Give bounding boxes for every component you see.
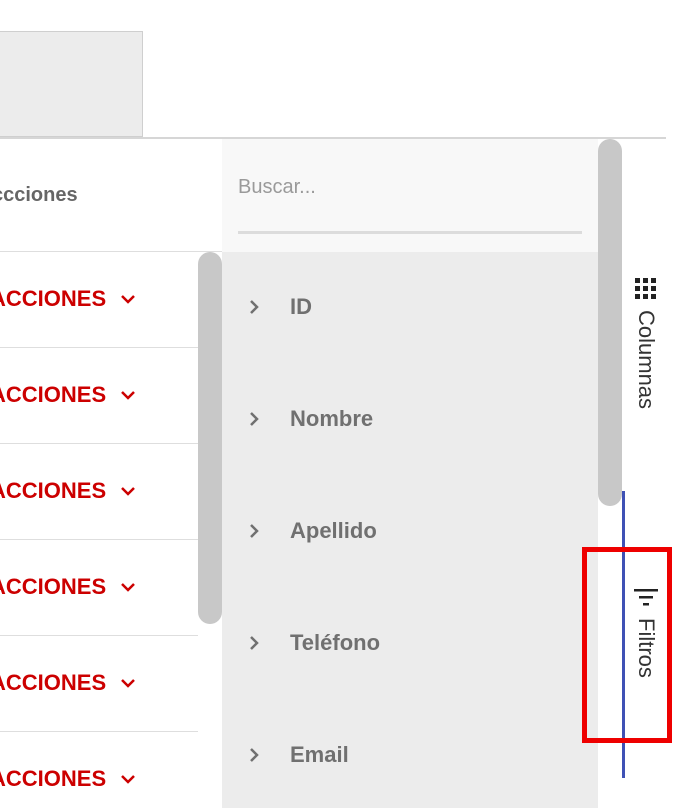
grid-header: ccciones [0,139,222,252]
table-row: ACCIONES [0,348,198,444]
chevron-right-icon [250,412,259,426]
panel-vertical-scrollbar[interactable] [598,139,622,506]
column-item-label: Teléfono [290,630,381,655]
table-row: ACCIONES [0,732,198,808]
acciones-dropdown-button[interactable]: ACCIONES [0,766,136,792]
column-item-id[interactable]: ID [222,252,598,364]
column-item-nombre[interactable]: Nombre [222,364,598,476]
table-row: ACCIONES [0,444,198,540]
tab-filtros[interactable]: Filtros [628,584,664,678]
column-item-label: ID [290,294,312,319]
chevron-right-icon [250,748,259,762]
acciones-dropdown-button[interactable]: ACCIONES [0,574,136,600]
column-header-acciones: ccciones [0,184,78,206]
column-item-label: Apellido [290,518,377,543]
column-search-input[interactable] [238,167,582,207]
chevron-down-icon [121,679,136,688]
column-item-apellido[interactable]: Apellido [222,476,598,588]
column-list: ID Nombre Apellido Teléfono Email [222,252,598,808]
chevron-down-icon [121,583,136,592]
chevron-right-icon [250,300,259,314]
search-underline [238,231,582,234]
acciones-dropdown-button[interactable]: ACCIONES [0,670,136,696]
grid-body: ACCIONES ACCIONES ACCIONES ACCIONES ACCI… [0,252,198,808]
header-box [0,31,143,137]
table-row: ACCIONES [0,540,198,636]
acciones-label: ACCIONES [0,670,107,695]
chevron-down-icon [121,775,136,784]
tab-filtros-label: Filtros [634,618,659,678]
acciones-label: ACCIONES [0,286,107,311]
column-item-telefono[interactable]: Teléfono [222,588,598,700]
acciones-dropdown-button[interactable]: ACCIONES [0,382,136,408]
filter-icon [634,589,658,606]
table-row: ACCIONES [0,252,198,348]
acciones-dropdown-button[interactable]: ACCIONES [0,286,136,312]
acciones-label: ACCIONES [0,382,107,407]
grid-vertical-scrollbar[interactable] [198,252,222,624]
acciones-label: ACCIONES [0,766,107,791]
tab-columnas[interactable]: Columnas [628,276,664,409]
column-item-label: Nombre [290,406,374,431]
chevron-right-icon [250,636,259,650]
chevron-down-icon [121,295,136,304]
acciones-label: ACCIONES [0,478,107,503]
acciones-dropdown-button[interactable]: ACCIONES [0,478,136,504]
acciones-label: ACCIONES [0,574,107,599]
column-item-label: Email [290,742,349,767]
chevron-right-icon [250,524,259,538]
page: ccciones ACCIONES ACCIONES ACCIONES ACCI… [0,0,678,808]
column-search-area [222,139,598,252]
grid-icon [635,278,656,299]
chevron-down-icon [121,391,136,400]
tab-columnas-label: Columnas [634,310,659,410]
columns-tool-panel: ID Nombre Apellido Teléfono Email [222,139,598,808]
active-tab-indicator [622,491,625,778]
column-item-email[interactable]: Email [222,700,598,808]
chevron-down-icon [121,487,136,496]
table-row: ACCIONES [0,636,198,732]
